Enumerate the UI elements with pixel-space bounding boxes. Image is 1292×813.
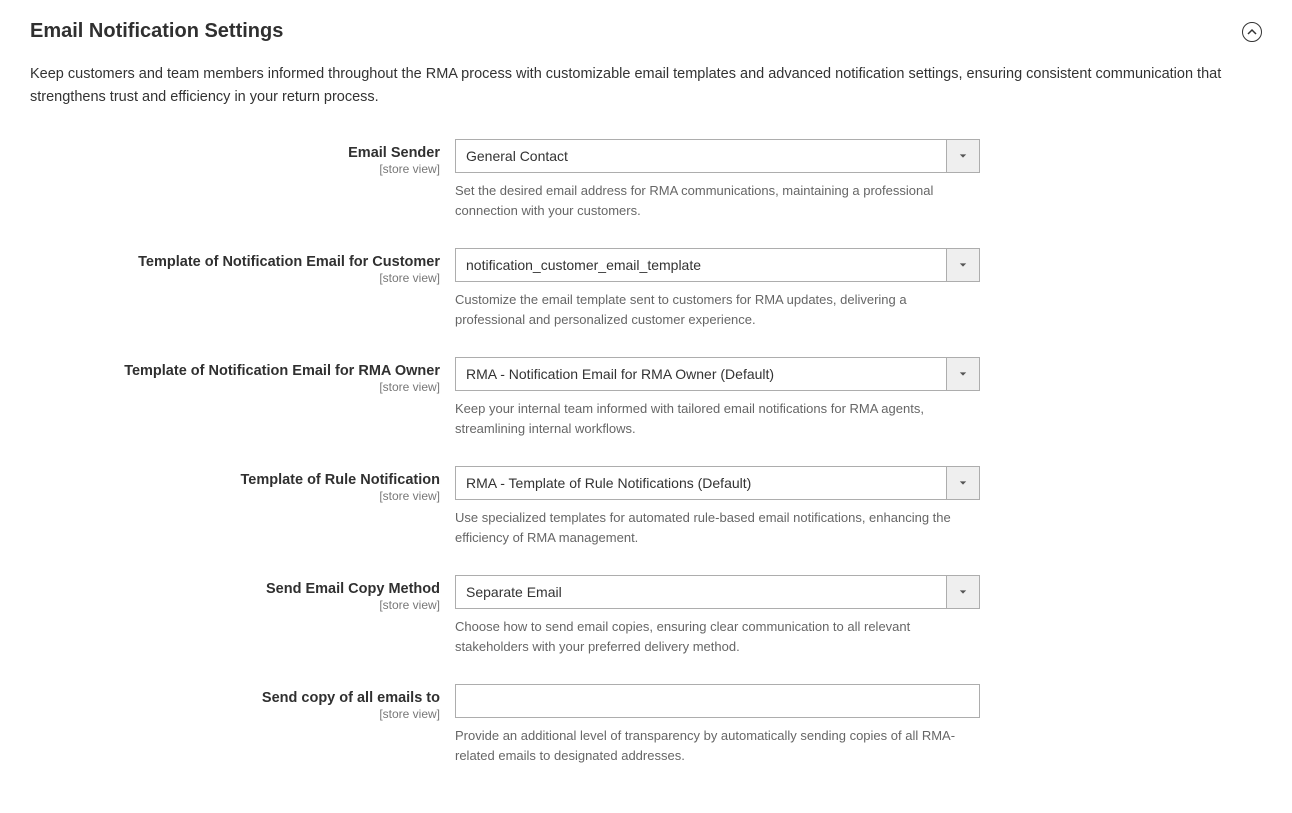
select-value: Separate Email [455,575,946,609]
scope-label: [store view] [30,162,440,176]
section-header: Email Notification Settings [30,20,1262,43]
select-value: RMA - Notification Email for RMA Owner (… [455,357,946,391]
field-help: Use specialized templates for automated … [455,508,965,547]
select-dropdown-button[interactable] [946,575,980,609]
scope-label: [store view] [30,489,440,503]
copy-method-select[interactable]: Separate Email [455,575,980,609]
scope-label: [store view] [30,707,440,721]
select-value: General Contact [455,139,946,173]
field-col: RMA - Template of Rule Notifications (De… [455,466,980,547]
triangle-down-icon [959,261,967,269]
field-col: General Contact Set the desired email ad… [455,139,980,220]
section-description: Keep customers and team members informed… [30,63,1230,109]
field-label: Send Email Copy Method [30,581,440,597]
field-label: Send copy of all emails to [30,690,440,706]
collapse-toggle[interactable] [1242,22,1262,42]
select-value: notification_customer_email_template [455,248,946,282]
scope-label: [store view] [30,271,440,285]
field-col: Separate Email Choose how to send email … [455,575,980,656]
triangle-down-icon [959,370,967,378]
email-sender-select[interactable]: General Contact [455,139,980,173]
section-title: Email Notification Settings [30,20,283,43]
field-col: RMA - Notification Email for RMA Owner (… [455,357,980,438]
triangle-down-icon [959,588,967,596]
label-col: Template of Rule Notification [store vie… [30,466,455,503]
label-col: Send Email Copy Method [store view] [30,575,455,612]
label-col: Template of Notification Email for RMA O… [30,357,455,394]
field-row-template-customer: Template of Notification Email for Custo… [30,248,1262,329]
triangle-down-icon [959,479,967,487]
template-owner-select[interactable]: RMA - Notification Email for RMA Owner (… [455,357,980,391]
select-dropdown-button[interactable] [946,357,980,391]
select-dropdown-button[interactable] [946,139,980,173]
field-col: notification_customer_email_template Cus… [455,248,980,329]
field-help: Set the desired email address for RMA co… [455,181,965,220]
select-dropdown-button[interactable] [946,466,980,500]
copy-to-input[interactable] [455,684,980,718]
field-help: Choose how to send email copies, ensurin… [455,617,965,656]
field-col: Provide an additional level of transpare… [455,684,980,765]
select-value: RMA - Template of Rule Notifications (De… [455,466,946,500]
field-label: Template of Notification Email for RMA O… [30,363,440,379]
field-label: Email Sender [30,145,440,161]
field-row-email-sender: Email Sender [store view] General Contac… [30,139,1262,220]
select-dropdown-button[interactable] [946,248,980,282]
field-row-template-owner: Template of Notification Email for RMA O… [30,357,1262,438]
template-customer-select[interactable]: notification_customer_email_template [455,248,980,282]
chevron-up-icon [1247,27,1257,37]
field-help: Customize the email template sent to cus… [455,290,965,329]
field-row-template-rule: Template of Rule Notification [store vie… [30,466,1262,547]
field-label: Template of Notification Email for Custo… [30,254,440,270]
triangle-down-icon [959,152,967,160]
field-help: Keep your internal team informed with ta… [455,399,965,438]
label-col: Email Sender [store view] [30,139,455,176]
label-col: Template of Notification Email for Custo… [30,248,455,285]
field-row-copy-method: Send Email Copy Method [store view] Sepa… [30,575,1262,656]
template-rule-select[interactable]: RMA - Template of Rule Notifications (De… [455,466,980,500]
scope-label: [store view] [30,380,440,394]
field-help: Provide an additional level of transpare… [455,726,965,765]
scope-label: [store view] [30,598,440,612]
label-col: Send copy of all emails to [store view] [30,684,455,721]
field-label: Template of Rule Notification [30,472,440,488]
field-row-copy-to: Send copy of all emails to [store view] … [30,684,1262,765]
